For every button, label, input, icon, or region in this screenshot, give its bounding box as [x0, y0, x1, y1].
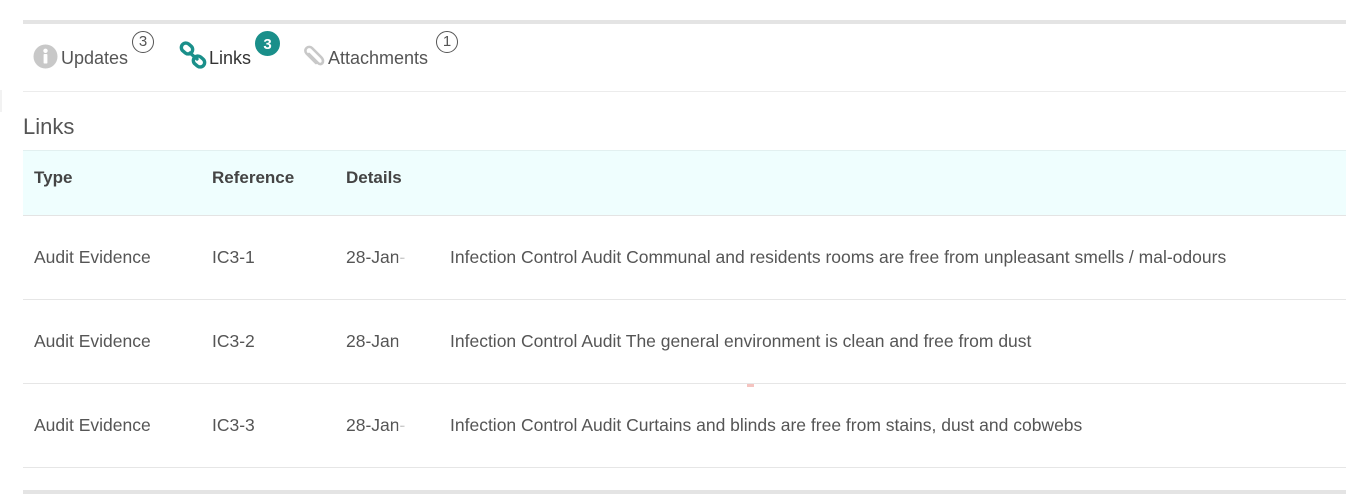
- paperclip-icon: [304, 45, 325, 66]
- tab-links-label: Links: [209, 48, 252, 68]
- date-fade: [398, 324, 446, 358]
- column-header-reference[interactable]: Reference: [212, 167, 294, 189]
- cell-reference[interactable]: IC3-3: [212, 414, 255, 436]
- bottom-divider: [23, 490, 1346, 494]
- cell-details: Infection Control Audit The general envi…: [450, 331, 1032, 351]
- cell-type: Audit Evidence: [34, 331, 151, 351]
- tab-updates[interactable]: Updates 3: [33, 24, 163, 91]
- cell-type: Audit Evidence: [34, 415, 151, 435]
- tab-bar: Updates 3 Links 3 Attachments 1: [23, 24, 1346, 92]
- cell-type: Audit Evidence: [34, 247, 151, 267]
- updates-count-badge: 3: [132, 31, 154, 53]
- cell-details: Infection Control Audit Curtains and bli…: [450, 415, 1083, 435]
- date-fade: [398, 408, 446, 442]
- cursor-artifact: [747, 384, 754, 387]
- table-row[interactable]: Audit Evidence IC3-2 28-Jan Infection Co…: [23, 300, 1346, 384]
- column-header-type[interactable]: Type: [34, 167, 72, 189]
- attachments-count-badge: 1: [436, 31, 458, 53]
- column-header-details[interactable]: Details: [346, 167, 402, 189]
- links-count-badge: 3: [255, 31, 280, 56]
- tab-links[interactable]: Links 3: [179, 24, 289, 91]
- edge-artifact: [0, 90, 2, 112]
- cell-date: 28-Jan-: [346, 415, 406, 435]
- tab-attachments-label: Attachments: [328, 48, 429, 68]
- tab-updates-label: Updates: [61, 48, 129, 68]
- cell-reference[interactable]: IC3-1: [212, 246, 255, 268]
- link-chain-icon: [179, 41, 207, 69]
- tab-attachments[interactable]: Attachments 1: [302, 24, 467, 91]
- info-circle-icon: [33, 44, 58, 69]
- date-fade: [398, 240, 446, 274]
- cell-date: 28-Jan: [346, 331, 400, 351]
- cell-date: 28-Jan-: [346, 247, 406, 267]
- links-table: Type Reference Details Audit Evidence IC…: [23, 150, 1346, 468]
- table-header: Type Reference Details: [23, 150, 1346, 216]
- table-row[interactable]: Audit Evidence IC3-3 28-Jan- Infection C…: [23, 384, 1346, 468]
- section-title: Links: [23, 114, 75, 139]
- cell-reference[interactable]: IC3-2: [212, 330, 255, 352]
- cell-details: Infection Control Audit Communal and res…: [450, 247, 1227, 267]
- table-row[interactable]: Audit Evidence IC3-1 28-Jan- Infection C…: [23, 216, 1346, 300]
